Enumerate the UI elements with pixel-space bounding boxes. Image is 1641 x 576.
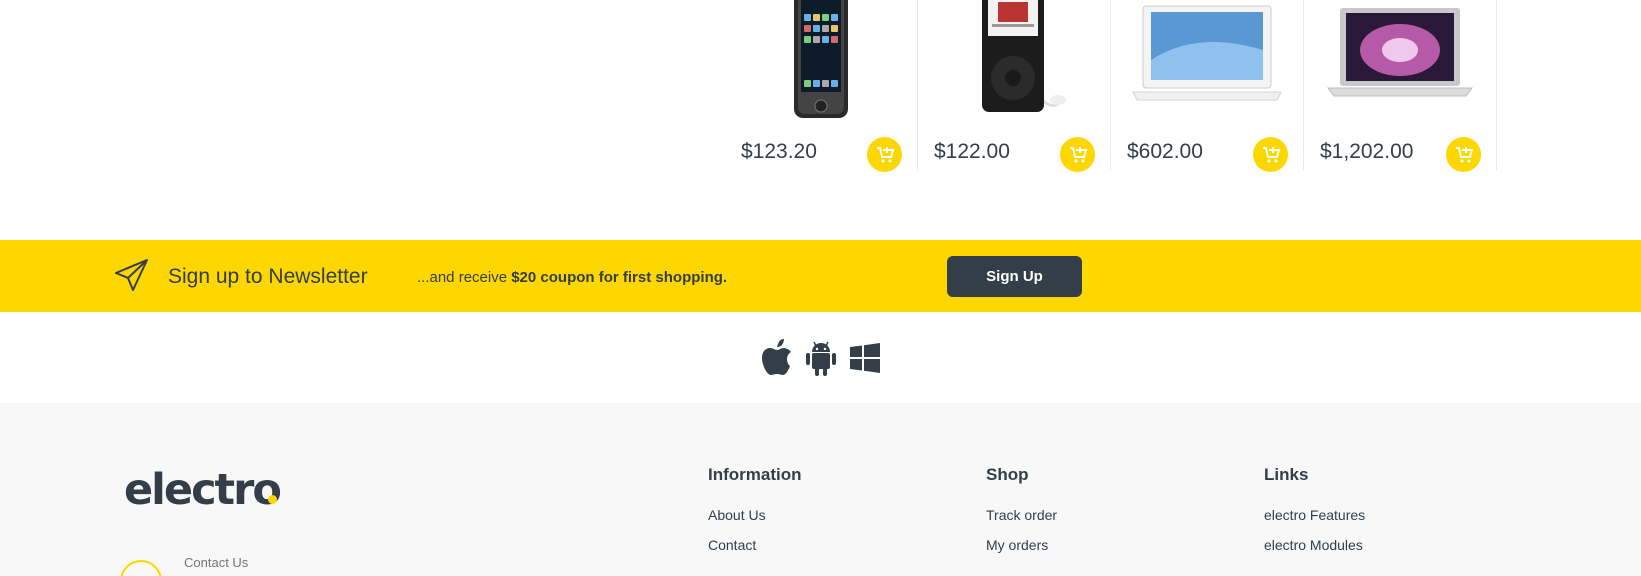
footer-link-electro-features[interactable]: electro Features	[1264, 507, 1365, 523]
add-to-cart-button[interactable]	[867, 137, 902, 172]
product-price: $122.00	[934, 140, 1010, 163]
footer-link-track-order[interactable]: Track order	[986, 507, 1057, 523]
cart-plus-icon	[1262, 146, 1280, 163]
macbook-image[interactable]	[1127, 0, 1287, 110]
headset-icon	[120, 560, 162, 576]
macbook-air-image[interactable]	[1320, 0, 1480, 110]
footer-link-my-orders[interactable]: My orders	[986, 537, 1057, 553]
product-strip: $123.20 $122.00 $602.00 $1,202.00	[725, 0, 1498, 172]
android-icon[interactable]	[804, 338, 838, 378]
footer-column-title: Shop	[986, 465, 1029, 484]
product-card[interactable]: $1,202.00	[1304, 0, 1497, 172]
newsletter-bar: Sign up to Newsletter ...and receive $20…	[0, 240, 1641, 312]
ipod-image[interactable]	[954, 0, 1074, 125]
product-card[interactable]: $122.00	[918, 0, 1111, 172]
sign-up-button[interactable]: Sign Up	[947, 256, 1082, 297]
footer-column-links: Links electro Features electro Modules	[1264, 465, 1365, 567]
footer-link-contact[interactable]: Contact	[708, 537, 802, 553]
footer-link-electro-modules[interactable]: electro Modules	[1264, 537, 1365, 553]
newsletter-text-prefix: ...and receive	[417, 269, 512, 286]
windows-icon[interactable]	[848, 338, 882, 378]
product-card[interactable]: $123.20	[725, 0, 918, 172]
add-to-cart-button[interactable]	[1060, 137, 1095, 172]
cart-plus-icon	[1069, 146, 1087, 163]
product-price: $1,202.00	[1320, 140, 1414, 163]
add-to-cart-button[interactable]	[1253, 137, 1288, 172]
add-to-cart-button[interactable]	[1446, 137, 1481, 172]
product-price: $602.00	[1127, 140, 1203, 163]
product-price: $123.20	[741, 140, 817, 163]
footer-column-shop: Shop Track order My orders	[986, 465, 1057, 567]
logo-dot	[268, 495, 277, 504]
cart-plus-icon	[1455, 146, 1473, 163]
contact-us-label: Contact Us	[184, 555, 249, 570]
footer-column-title: Links	[1264, 465, 1309, 484]
product-card[interactable]: $602.00	[1111, 0, 1304, 172]
cart-plus-icon	[876, 146, 894, 163]
platform-icons	[0, 312, 1641, 403]
footer-link-about-us[interactable]: About Us	[708, 507, 802, 523]
iphone-image[interactable]	[776, 0, 866, 125]
electro-logo[interactable]: electro	[124, 465, 282, 515]
footer-column-title: Information	[708, 465, 802, 484]
newsletter-coupon-text: $20 coupon for first shopping.	[511, 269, 728, 286]
newsletter-title: Sign up to Newsletter	[168, 265, 368, 288]
apple-icon[interactable]	[760, 338, 794, 378]
paper-plane-icon	[115, 259, 148, 291]
footer-column-information: Information About Us Contact	[708, 465, 802, 567]
footer: electro Contact Us Information About Us …	[0, 403, 1641, 576]
newsletter-text: ...and receive $20 coupon for first shop…	[417, 269, 727, 286]
